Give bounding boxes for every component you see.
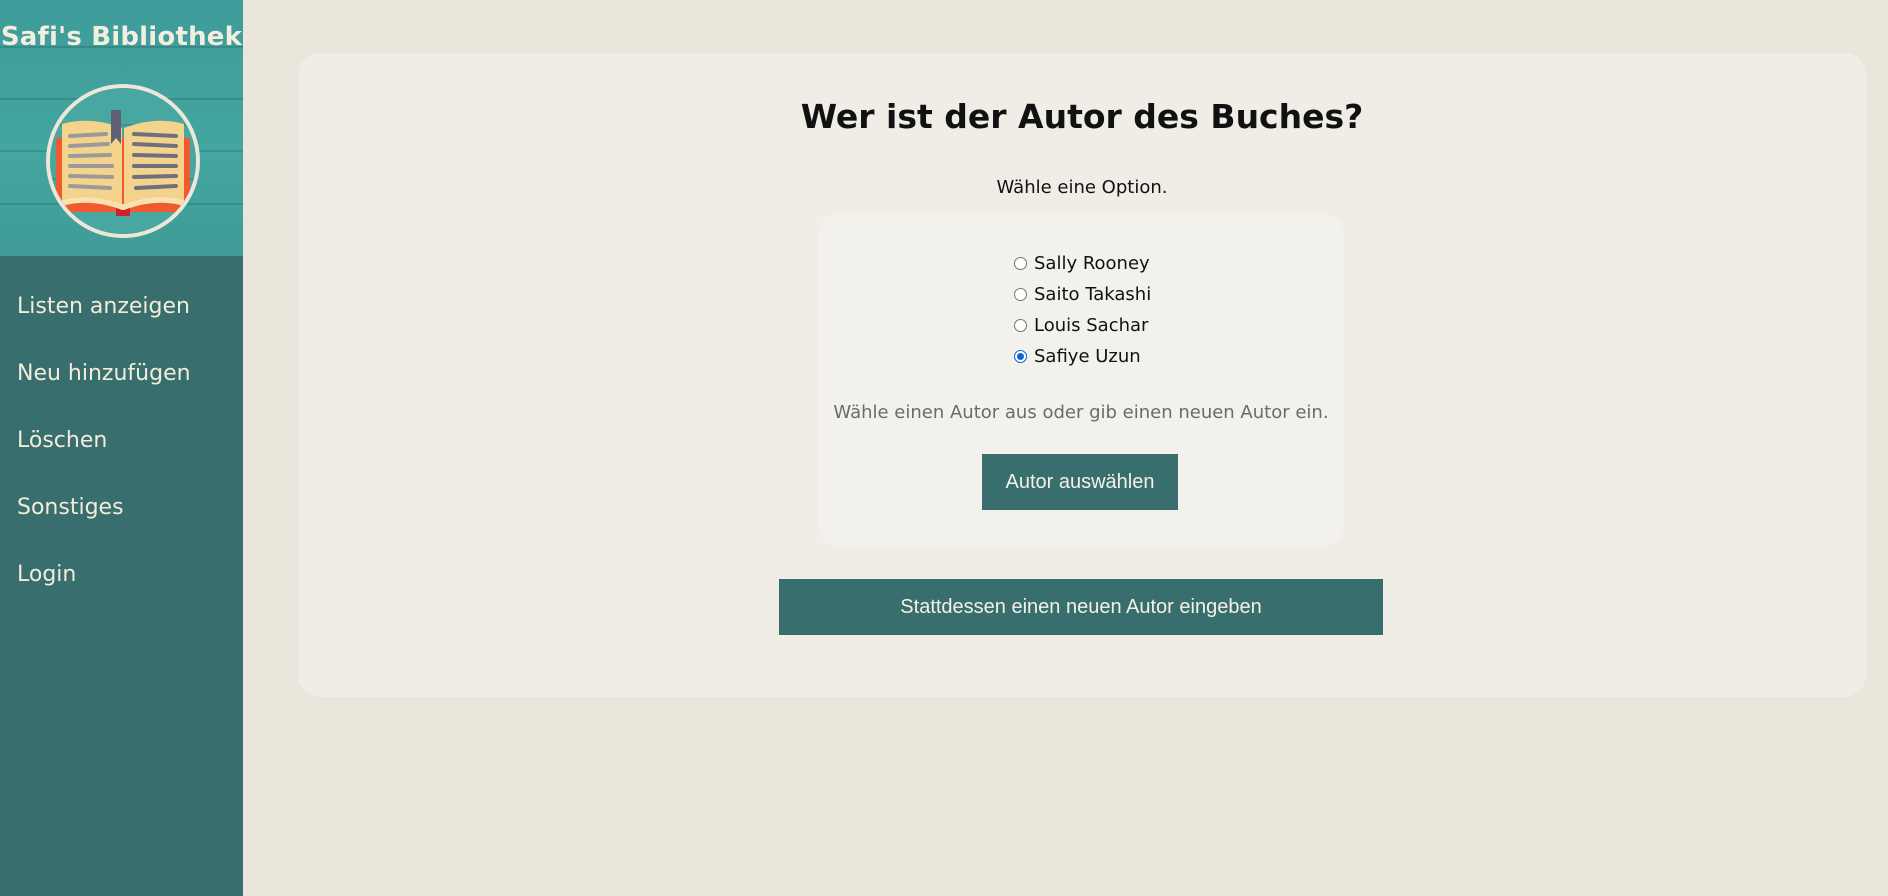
author-option[interactable]: Sally Rooney <box>1014 248 1151 279</box>
sidebar: Safi's Bibliothek Listen anzeigen Neu hi… <box>0 0 243 896</box>
author-option[interactable]: Safiye Uzun <box>1014 341 1151 372</box>
author-option-label: Safiye Uzun <box>1034 346 1141 367</box>
sidebar-header: Safi's Bibliothek <box>0 0 243 256</box>
select-author-button[interactable]: Autor auswählen <box>982 454 1178 510</box>
author-radio-group: Sally Rooney Saito Takashi Louis Sachar … <box>1014 248 1151 372</box>
site-title[interactable]: Safi's Bibliothek <box>0 22 243 52</box>
page-title: Wer ist der Autor des Buches? <box>800 97 1364 136</box>
author-option[interactable]: Saito Takashi <box>1014 279 1151 310</box>
sidebar-item-login[interactable]: Login <box>0 524 243 591</box>
author-option-label: Louis Sachar <box>1034 315 1149 336</box>
sidebar-item-sonstiges[interactable]: Sonstiges <box>0 457 243 524</box>
radio-button-selected[interactable] <box>1014 350 1027 363</box>
new-author-button[interactable]: Stattdessen einen neuen Autor eingeben <box>779 579 1383 635</box>
sidebar-item-neu-hinzufuegen[interactable]: Neu hinzufügen <box>0 323 243 390</box>
sidebar-nav: Listen anzeigen Neu hinzufügen Löschen S… <box>0 256 243 591</box>
option-hint: Wähle eine Option. <box>996 177 1168 198</box>
author-options-box: Sally Rooney Saito Takashi Louis Sachar … <box>818 214 1344 546</box>
helper-text: Wähle einen Autor aus oder gib einen neu… <box>833 402 1329 423</box>
author-option-label: Saito Takashi <box>1034 284 1152 305</box>
sidebar-item-loeschen[interactable]: Löschen <box>0 390 243 457</box>
radio-button[interactable] <box>1014 319 1027 332</box>
author-option[interactable]: Louis Sachar <box>1014 310 1151 341</box>
open-book-icon <box>50 88 196 234</box>
radio-button[interactable] <box>1014 288 1027 301</box>
radio-button[interactable] <box>1014 257 1027 270</box>
author-form-card: Wer ist der Autor des Buches? Wähle eine… <box>298 53 1866 697</box>
logo <box>46 84 200 238</box>
sidebar-item-listen-anzeigen[interactable]: Listen anzeigen <box>0 256 243 323</box>
author-option-label: Sally Rooney <box>1034 253 1150 274</box>
